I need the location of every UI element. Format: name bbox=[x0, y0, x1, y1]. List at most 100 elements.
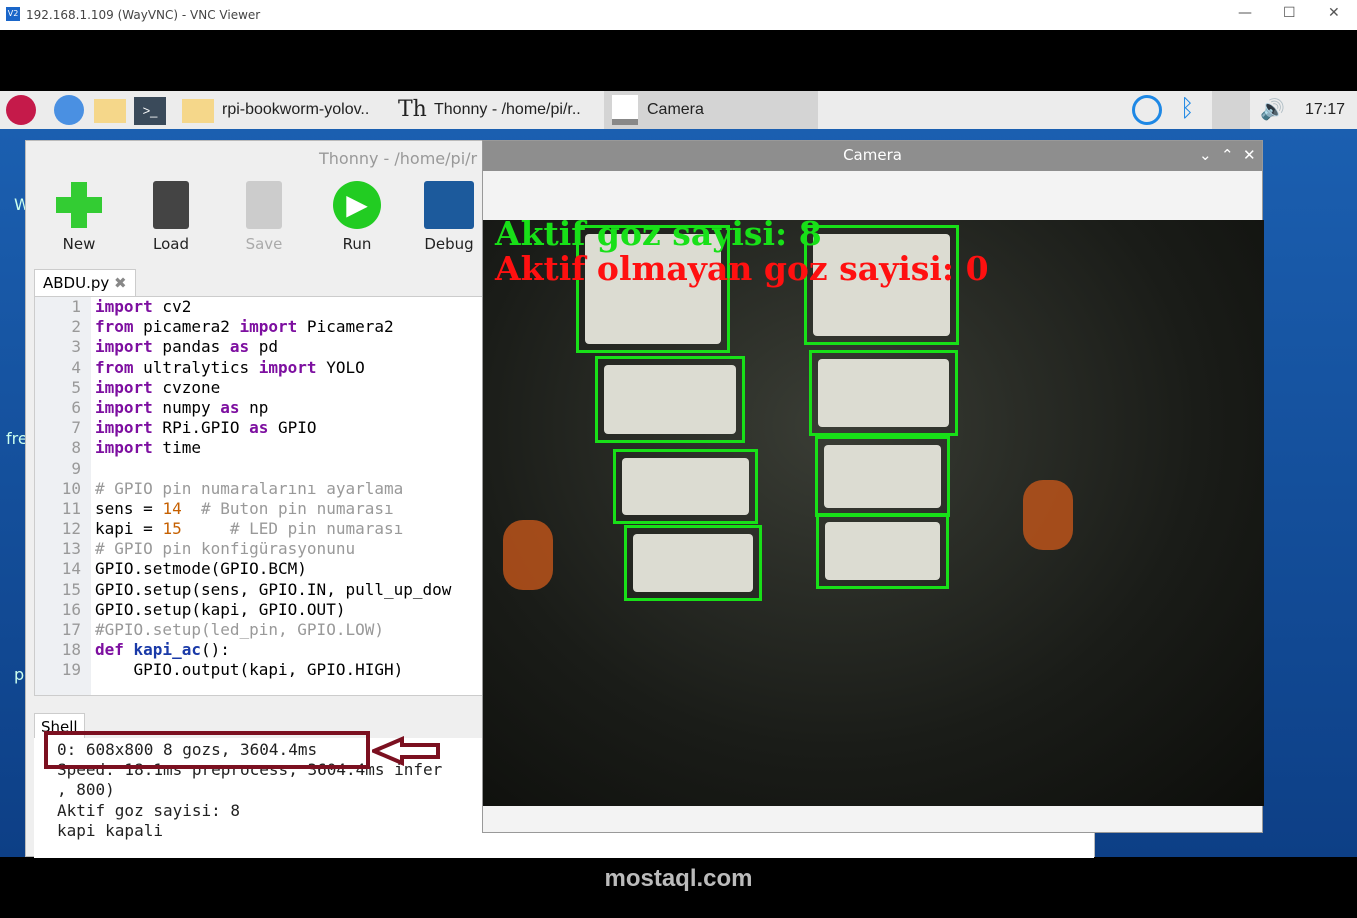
code-line: #GPIO.setup(led_pin, GPIO.LOW) bbox=[95, 620, 384, 639]
line-number: 15 bbox=[61, 579, 81, 599]
save-label: Save bbox=[245, 235, 283, 253]
code-line: def kapi_ac(): bbox=[95, 640, 451, 660]
browser-icon[interactable] bbox=[54, 95, 84, 125]
code-token: cvzone bbox=[152, 377, 221, 397]
code-line: GPIO.output(kapi, GPIO.HIGH) bbox=[95, 660, 404, 680]
save-icon bbox=[246, 181, 282, 229]
detection-box bbox=[613, 449, 758, 524]
code-line: import cv2 bbox=[95, 297, 451, 317]
code-token: # LED pin numarası bbox=[181, 519, 404, 539]
code-token: sens = bbox=[95, 498, 163, 518]
code-token: GPIO bbox=[268, 418, 317, 438]
code-token: from bbox=[95, 357, 134, 377]
highlight-box bbox=[44, 731, 370, 769]
vnc-window-title: 192.168.1.109 (WayVNC) - VNC Viewer bbox=[26, 8, 261, 22]
save-button[interactable]: Save bbox=[229, 181, 299, 253]
maximize-icon[interactable]: ⌃ bbox=[1221, 141, 1234, 169]
camera-title-bar: Camera ⌄ ⌃ ✕ bbox=[483, 141, 1262, 171]
arrow-annotation-icon bbox=[372, 736, 440, 766]
taskbar-thonny-task[interactable]: Thonny - /home/pi/r.. bbox=[434, 91, 581, 129]
code-token: import bbox=[95, 377, 153, 397]
terminal-icon[interactable]: >_ bbox=[134, 97, 166, 125]
detection-box bbox=[816, 513, 949, 589]
code-token: import bbox=[95, 297, 153, 316]
code-token: import bbox=[95, 337, 153, 357]
editor-tab[interactable]: ABDU.py ✖ bbox=[34, 269, 136, 297]
folder-icon bbox=[182, 99, 214, 123]
taskbar-files-task[interactable]: rpi-bookworm-yolov.. bbox=[222, 91, 369, 129]
tab-close-icon[interactable]: ✖ bbox=[114, 274, 127, 292]
volume-icon[interactable]: 🔊 bbox=[1260, 97, 1285, 122]
code-line: GPIO.setup(kapi, GPIO.OUT) bbox=[95, 599, 346, 619]
line-number: 16 bbox=[61, 599, 81, 619]
code-token: ultralytics bbox=[133, 357, 259, 377]
run-button[interactable]: ▶ Run bbox=[322, 181, 392, 253]
close-icon[interactable]: ✕ bbox=[1243, 141, 1256, 169]
load-icon bbox=[153, 181, 189, 229]
close-button[interactable]: ✕ bbox=[1328, 5, 1340, 21]
line-number: 11 bbox=[61, 498, 81, 518]
desktop-label: p bbox=[14, 665, 25, 684]
detection-box bbox=[815, 436, 950, 517]
clock: 17:17 bbox=[1305, 101, 1346, 118]
line-number: 19 bbox=[61, 660, 81, 680]
line-number: 6 bbox=[71, 397, 81, 417]
code-token: pd bbox=[249, 337, 279, 357]
maximize-button[interactable]: ☐ bbox=[1283, 5, 1296, 21]
watermark: mostaql.com bbox=[604, 865, 753, 892]
line-number: 4 bbox=[71, 357, 81, 377]
line-number: 14 bbox=[61, 559, 81, 579]
code-line: from ultralytics import YOLO bbox=[95, 358, 451, 378]
code-line: import time bbox=[95, 438, 451, 458]
code-token: picamera2 bbox=[133, 317, 240, 337]
code-token: from bbox=[95, 317, 134, 337]
minimize-icon[interactable]: ⌄ bbox=[1199, 141, 1212, 169]
code-line: import RPi.GPIO as GPIO bbox=[95, 418, 451, 438]
thonny-title: Thonny - /home/pi/r bbox=[319, 149, 478, 168]
camera-title: Camera bbox=[843, 146, 902, 164]
run-label: Run bbox=[342, 235, 372, 253]
update-icon[interactable] bbox=[1132, 95, 1162, 125]
code-token: pandas bbox=[152, 337, 230, 357]
code-line: from picamera2 import Picamera2 bbox=[95, 317, 451, 337]
inactive-count-overlay: Aktif olmayan goz sayisi: 0 bbox=[495, 249, 989, 288]
code-token: 14 bbox=[162, 498, 182, 518]
line-number: 17 bbox=[61, 620, 81, 639]
code-line: import cvzone bbox=[95, 378, 451, 398]
thonny-icon: Th bbox=[398, 97, 427, 122]
detection-box bbox=[624, 525, 762, 601]
code-editor[interactable]: for(let i=0;i<19;i++)document.write('<di… bbox=[34, 296, 484, 696]
file-manager-icon[interactable] bbox=[94, 99, 126, 123]
code-line: GPIO.setmode(GPIO.BCM) bbox=[95, 559, 307, 579]
code-token: cv2 bbox=[152, 297, 192, 316]
raspberry-menu-icon[interactable] bbox=[6, 95, 36, 125]
code-token: as bbox=[229, 337, 250, 357]
new-button[interactable]: New bbox=[44, 181, 114, 253]
line-number: 9 bbox=[71, 458, 81, 478]
code-token: import bbox=[239, 317, 298, 337]
code-token: import bbox=[258, 357, 317, 377]
code-token: numpy bbox=[152, 397, 221, 417]
line-number: 7 bbox=[71, 418, 81, 438]
vnc-logo-icon: V2 bbox=[6, 7, 20, 21]
load-button[interactable]: Load bbox=[136, 181, 206, 253]
taskbar-camera-task[interactable]: Camera bbox=[604, 91, 818, 129]
camera-app-icon bbox=[612, 95, 638, 125]
taskbar: >_ rpi-bookworm-yolov.. Th Thonny - /hom… bbox=[0, 91, 1357, 129]
load-label: Load bbox=[153, 235, 189, 253]
minimize-button[interactable]: — bbox=[1238, 5, 1252, 21]
bluetooth-icon[interactable]: ᛒ bbox=[1180, 95, 1194, 123]
line-number: 1 bbox=[71, 297, 81, 316]
camera-feed: Aktif goz sayisi: 8 Aktif olmayan goz sa… bbox=[483, 220, 1264, 806]
code-token: 15 bbox=[162, 519, 182, 539]
code-token: as bbox=[220, 397, 240, 417]
code-token: RPi.GPIO bbox=[152, 418, 250, 438]
debug-button[interactable]: Debug bbox=[414, 181, 484, 253]
wifi-icon[interactable] bbox=[1212, 91, 1250, 129]
debug-label: Debug bbox=[424, 235, 474, 253]
code-token: def bbox=[95, 640, 134, 660]
code-line: import numpy as np bbox=[95, 398, 451, 418]
code-line: sens = 14 # Buton pin numarası bbox=[95, 499, 451, 519]
code-token: YOLO bbox=[316, 357, 365, 377]
